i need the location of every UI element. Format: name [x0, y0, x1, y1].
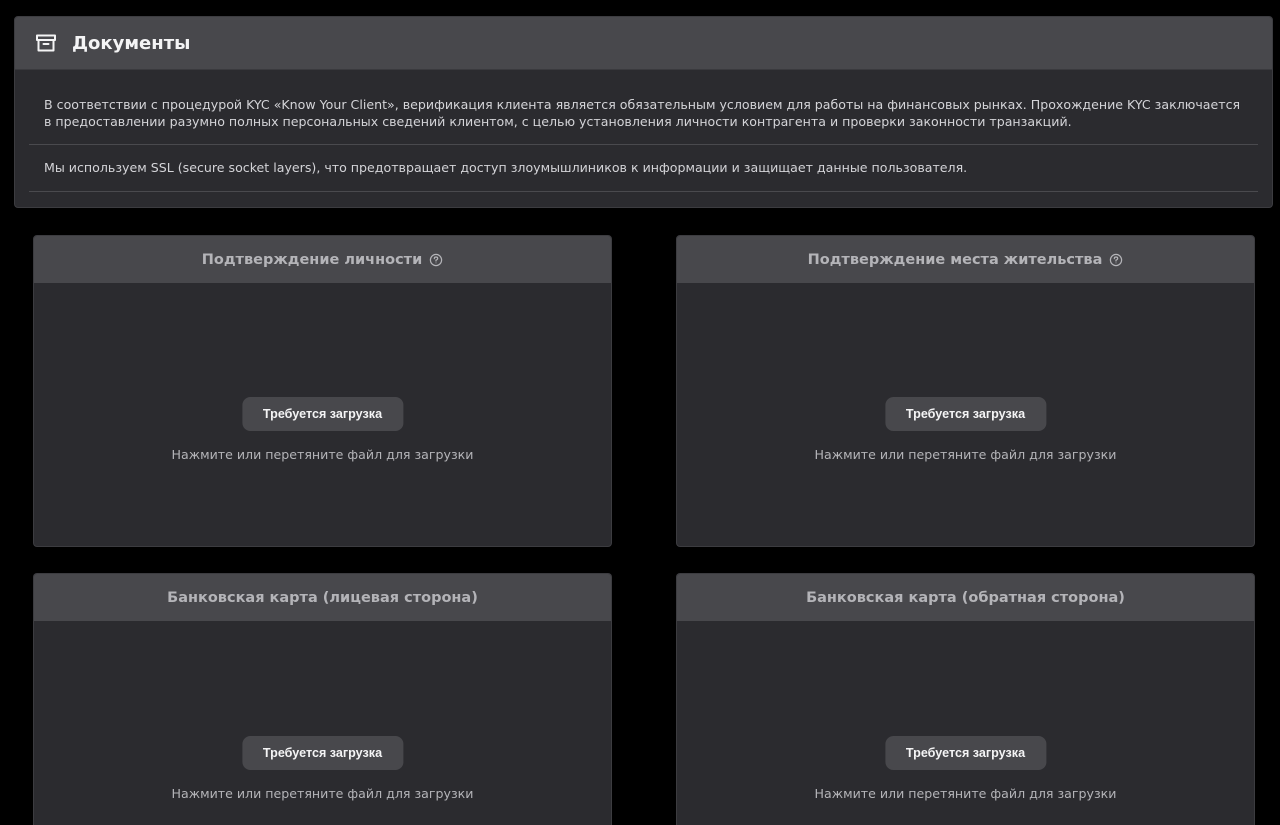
card-header: Банковская карта (лицевая сторона)	[34, 574, 611, 621]
upload-required-button[interactable]: Требуется загрузка	[884, 397, 1047, 431]
card-header: Подтверждение личности	[34, 236, 611, 283]
card-header: Подтверждение места жительства	[677, 236, 1254, 283]
help-icon[interactable]	[429, 253, 443, 267]
card-title: Банковская карта (обратная сторона)	[806, 589, 1125, 606]
documents-title: Документы	[72, 32, 191, 54]
residence-upload-card[interactable]: Подтверждение места жительства Требуется…	[676, 235, 1255, 547]
upload-required-button[interactable]: Требуется загрузка	[241, 397, 404, 431]
upload-hint: Нажмите или перетяните файл для загрузки	[171, 786, 474, 801]
upload-hint: Нажмите или перетяните файл для загрузки	[814, 786, 1117, 801]
upload-hint: Нажмите или перетяните файл для загрузки	[171, 447, 474, 462]
upload-dropzone[interactable]: Требуется загрузка Нажмите или перетянит…	[677, 283, 1254, 546]
ssl-description: Мы используем SSL (secure socket layers)…	[29, 145, 1258, 192]
card-back-upload-card[interactable]: Банковская карта (обратная сторона) Треб…	[676, 573, 1255, 825]
kyc-description: В соответствии с процедурой KYC «Know Yo…	[29, 70, 1258, 145]
card-title: Банковская карта (лицевая сторона)	[167, 589, 478, 606]
help-icon[interactable]	[1109, 253, 1123, 267]
card-title: Подтверждение личности	[201, 251, 423, 268]
upload-dropzone[interactable]: Требуется загрузка Нажмите или перетянит…	[34, 621, 611, 825]
archive-box-icon	[36, 33, 56, 53]
documents-body: В соответствии с процедурой KYC «Know Yo…	[15, 70, 1272, 192]
upload-hint: Нажмите или перетяните файл для загрузки	[814, 447, 1117, 462]
card-header: Банковская карта (обратная сторона)	[677, 574, 1254, 621]
upload-dropzone[interactable]: Требуется загрузка Нажмите или перетянит…	[34, 283, 611, 546]
card-title: Подтверждение места жительства	[807, 251, 1103, 268]
upload-dropzone[interactable]: Требуется загрузка Нажмите или перетянит…	[677, 621, 1254, 825]
documents-header: Документы	[15, 17, 1272, 70]
upload-required-button[interactable]: Требуется загрузка	[241, 736, 404, 770]
documents-panel: Документы В соответствии с процедурой KY…	[14, 16, 1273, 208]
card-front-upload-card[interactable]: Банковская карта (лицевая сторона) Требу…	[33, 573, 612, 825]
upload-required-button[interactable]: Требуется загрузка	[884, 736, 1047, 770]
identity-upload-card[interactable]: Подтверждение личности Требуется загрузк…	[33, 235, 612, 547]
